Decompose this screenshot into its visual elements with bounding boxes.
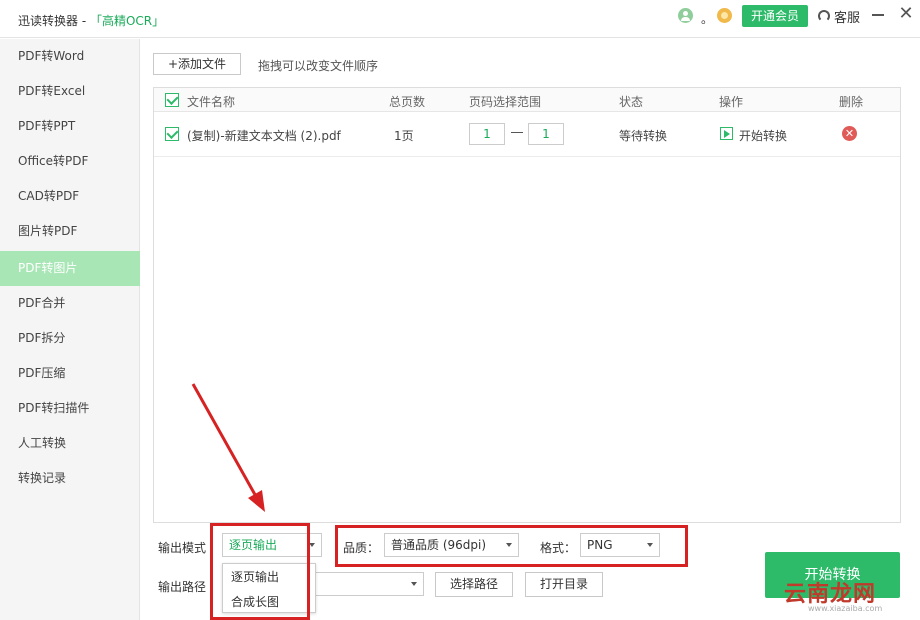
range-from-input[interactable]: 1 <box>469 123 505 145</box>
select-all-checkbox[interactable] <box>165 93 179 107</box>
row-start-action[interactable]: 开始转换 <box>739 127 787 144</box>
ocr-link[interactable]: 「高精OCR」 <box>90 14 164 28</box>
service-label[interactable]: 客服 <box>834 7 860 26</box>
open-dir-button[interactable]: 打开目录 <box>525 572 603 597</box>
format-select[interactable]: PNG <box>580 533 660 557</box>
output-mode-label: 输出模式 <box>158 541 207 555</box>
choose-path-button[interactable]: 选择路径 <box>435 572 513 597</box>
output-mode-select[interactable]: 逐页输出 <box>222 533 322 557</box>
title-bar: 迅读转换器 - 「高精OCR」 。 开通会员 客服 ✕ <box>0 0 920 38</box>
range-to-input[interactable]: 1 <box>528 123 564 145</box>
range-dash <box>511 132 523 133</box>
file-table: 文件名称 总页数 页码选择范围 状态 操作 删除 (复制)-新建文本文档 (2)… <box>153 87 901 523</box>
watermark-url: www.xiazaiba.com <box>808 604 883 613</box>
delete-icon[interactable]: ✕ <box>842 126 857 141</box>
drag-hint: 拖拽可以改变文件顺序 <box>258 59 379 73</box>
sidebar: PDF转Word PDF转Excel PDF转PPT Office转PDF CA… <box>0 39 140 620</box>
table-header: 文件名称 总页数 页码选择范围 状态 操作 删除 <box>154 88 900 112</box>
quality-select[interactable]: 普通品质 (96dpi) <box>384 533 519 557</box>
row-checkbox[interactable] <box>165 127 179 141</box>
add-file-button[interactable]: +添加文件 <box>153 53 241 75</box>
quality-label: 品质： <box>343 541 380 555</box>
chevron-down-icon <box>506 543 512 547</box>
user-name[interactable]: 。 <box>701 10 713 27</box>
dropdown-option-per-page[interactable]: 逐页输出 <box>231 568 279 585</box>
close-button[interactable]: ✕ <box>897 5 915 23</box>
dropdown-option-long-image[interactable]: 合成长图 <box>231 593 279 610</box>
file-name: (复制)-新建文本文档 (2).pdf <box>187 129 341 143</box>
output-mode-value: 逐页输出 <box>229 538 278 552</box>
format-value: PNG <box>587 538 613 552</box>
output-path-label: 输出路径 <box>158 580 207 594</box>
sidebar-item-pdf-to-ppt[interactable]: PDF转PPT <box>0 109 140 144</box>
app-name: 迅读转换器 - <box>18 14 90 28</box>
header-range: 页码选择范围 <box>469 95 542 109</box>
header-pages: 总页数 <box>389 95 426 109</box>
sidebar-item-pdf-split[interactable]: PDF拆分 <box>0 321 140 356</box>
sidebar-item-manual-convert[interactable]: 人工转换 <box>0 426 140 461</box>
minimize-button[interactable] <box>872 14 884 16</box>
sidebar-item-pdf-compress[interactable]: PDF压缩 <box>0 356 140 391</box>
row-status: 等待转换 <box>619 129 668 143</box>
header-action: 操作 <box>719 95 744 109</box>
sidebar-item-pdf-to-word[interactable]: PDF转Word <box>0 39 140 74</box>
quality-value: 普通品质 (96dpi) <box>391 538 487 552</box>
sidebar-item-image-to-pdf[interactable]: 图片转PDF <box>0 214 140 249</box>
app-title: 迅读转换器 - 「高精OCR」 <box>18 12 164 29</box>
chevron-down-icon <box>411 582 417 586</box>
sidebar-item-pdf-to-image[interactable]: PDF转图片 <box>0 251 140 286</box>
vip-medal-icon <box>717 8 732 23</box>
chevron-down-icon <box>647 543 653 547</box>
format-label: 格式： <box>540 541 577 555</box>
header-status: 状态 <box>619 95 644 109</box>
sidebar-item-cad-to-pdf[interactable]: CAD转PDF <box>0 179 140 214</box>
header-delete: 删除 <box>839 95 864 109</box>
output-mode-dropdown: 逐页输出 合成长图 <box>222 563 316 613</box>
sidebar-item-pdf-to-scan[interactable]: PDF转扫描件 <box>0 391 140 426</box>
sidebar-item-pdf-merge[interactable]: PDF合并 <box>0 286 140 321</box>
play-icon[interactable] <box>720 127 733 140</box>
sidebar-item-pdf-to-excel[interactable]: PDF转Excel <box>0 74 140 109</box>
sidebar-item-history[interactable]: 转换记录 <box>0 461 140 496</box>
page-count: 1页 <box>394 129 414 143</box>
header-name: 文件名称 <box>187 95 236 109</box>
vip-button[interactable]: 开通会员 <box>742 5 808 27</box>
sidebar-item-office-to-pdf[interactable]: Office转PDF <box>0 144 140 179</box>
user-avatar-icon[interactable] <box>678 8 693 23</box>
headset-icon[interactable] <box>818 10 830 22</box>
table-row: (复制)-新建文本文档 (2).pdf 1页 1 1 等待转换 开始转换 ✕ <box>154 113 900 157</box>
chevron-down-icon <box>309 543 315 547</box>
